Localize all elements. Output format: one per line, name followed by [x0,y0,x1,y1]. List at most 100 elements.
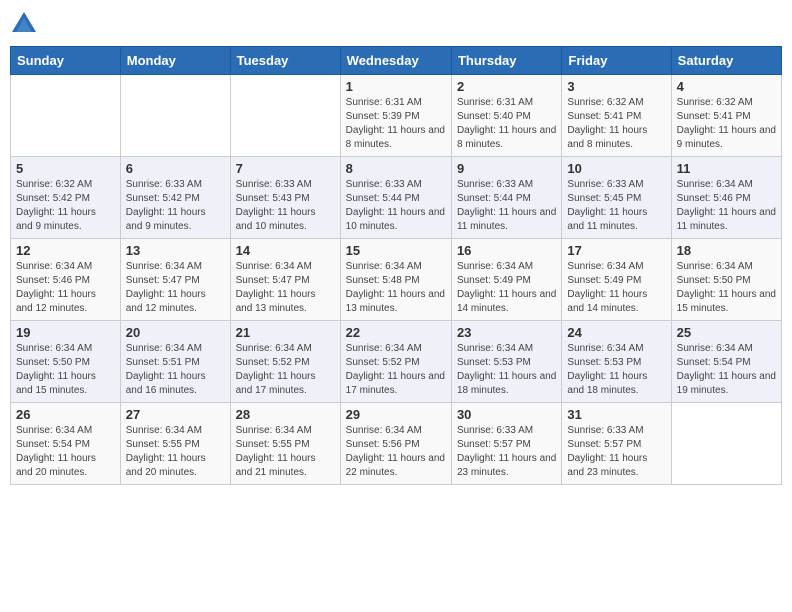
day-number: 9 [457,161,556,176]
day-number: 13 [126,243,225,258]
day-number: 3 [567,79,665,94]
calendar-week-row: 12 Sunrise: 6:34 AMSunset: 5:46 PMDayligh… [11,239,782,321]
day-number: 23 [457,325,556,340]
day-info: Sunrise: 6:33 AMSunset: 5:57 PMDaylight:… [567,424,665,480]
calendar-day-cell: 28 Sunrise: 6:34 AMSunset: 5:55 PMDayligh… [230,403,340,485]
day-info: Sunrise: 6:34 AMSunset: 5:49 PMDaylight:… [567,260,665,316]
day-info: Sunrise: 6:34 AMSunset: 5:49 PMDaylight:… [457,260,556,316]
day-info: Sunrise: 6:32 AMSunset: 5:41 PMDaylight:… [677,96,776,152]
day-info: Sunrise: 6:32 AMSunset: 5:41 PMDaylight:… [567,96,665,152]
calendar-day-cell: 16 Sunrise: 6:34 AMSunset: 5:49 PMDayligh… [451,239,561,321]
day-info: Sunrise: 6:34 AMSunset: 5:55 PMDaylight:… [236,424,335,480]
day-number: 4 [677,79,776,94]
calendar-day-cell: 14 Sunrise: 6:34 AMSunset: 5:47 PMDayligh… [230,239,340,321]
day-info: Sunrise: 6:33 AMSunset: 5:44 PMDaylight:… [457,178,556,234]
day-info: Sunrise: 6:34 AMSunset: 5:50 PMDaylight:… [16,342,115,398]
calendar-day-cell [120,75,230,157]
logo [10,10,42,38]
calendar-day-cell: 31 Sunrise: 6:33 AMSunset: 5:57 PMDayligh… [562,403,671,485]
calendar-day-cell: 8 Sunrise: 6:33 AMSunset: 5:44 PMDaylight… [340,157,451,239]
calendar-day-cell: 10 Sunrise: 6:33 AMSunset: 5:45 PMDayligh… [562,157,671,239]
day-number: 6 [126,161,225,176]
weekday-header: Tuesday [230,47,340,75]
day-info: Sunrise: 6:34 AMSunset: 5:54 PMDaylight:… [16,424,115,480]
calendar-day-cell: 19 Sunrise: 6:34 AMSunset: 5:50 PMDayligh… [11,321,121,403]
calendar-day-cell: 27 Sunrise: 6:34 AMSunset: 5:55 PMDayligh… [120,403,230,485]
calendar-day-cell: 24 Sunrise: 6:34 AMSunset: 5:53 PMDayligh… [562,321,671,403]
day-number: 20 [126,325,225,340]
day-info: Sunrise: 6:34 AMSunset: 5:51 PMDaylight:… [126,342,225,398]
weekday-header-row: SundayMondayTuesdayWednesdayThursdayFrid… [11,47,782,75]
calendar-day-cell: 3 Sunrise: 6:32 AMSunset: 5:41 PMDaylight… [562,75,671,157]
day-number: 25 [677,325,776,340]
day-info: Sunrise: 6:34 AMSunset: 5:53 PMDaylight:… [567,342,665,398]
day-number: 8 [346,161,446,176]
page-header [10,10,782,38]
calendar-day-cell: 20 Sunrise: 6:34 AMSunset: 5:51 PMDayligh… [120,321,230,403]
day-info: Sunrise: 6:34 AMSunset: 5:50 PMDaylight:… [677,260,776,316]
day-info: Sunrise: 6:34 AMSunset: 5:53 PMDaylight:… [457,342,556,398]
weekday-header: Sunday [11,47,121,75]
weekday-header: Thursday [451,47,561,75]
calendar-day-cell [11,75,121,157]
calendar: SundayMondayTuesdayWednesdayThursdayFrid… [10,46,782,485]
calendar-day-cell: 30Sunrise: 6:33 AMSunset: 5:57 PMDayligh… [451,403,561,485]
day-info: Sunrise: 6:34 AMSunset: 5:46 PMDaylight:… [16,260,115,316]
day-number: 5 [16,161,115,176]
day-number: 31 [567,407,665,422]
day-info: Sunrise: 6:32 AMSunset: 5:42 PMDaylight:… [16,178,115,234]
calendar-day-cell: 26 Sunrise: 6:34 AMSunset: 5:54 PMDayligh… [11,403,121,485]
day-info: Sunrise: 6:34 AMSunset: 5:52 PMDaylight:… [236,342,335,398]
day-number: 28 [236,407,335,422]
calendar-day-cell [671,403,781,485]
weekday-header: Saturday [671,47,781,75]
calendar-week-row: 26 Sunrise: 6:34 AMSunset: 5:54 PMDayligh… [11,403,782,485]
day-info: Sunrise: 6:33 AMSunset: 5:57 PMDaylight:… [457,424,556,480]
day-info: Sunrise: 6:31 AMSunset: 5:40 PMDaylight:… [457,96,556,152]
calendar-day-cell: 13Sunrise: 6:34 AMSunset: 5:47 PMDayligh… [120,239,230,321]
calendar-day-cell: 2 Sunrise: 6:31 AMSunset: 5:40 PMDaylight… [451,75,561,157]
day-number: 27 [126,407,225,422]
day-number: 21 [236,325,335,340]
calendar-day-cell: 5 Sunrise: 6:32 AMSunset: 5:42 PMDaylight… [11,157,121,239]
day-info: Sunrise: 6:34 AMSunset: 5:46 PMDaylight:… [677,178,776,234]
calendar-day-cell: 11 Sunrise: 6:34 AMSunset: 5:46 PMDayligh… [671,157,781,239]
weekday-header: Wednesday [340,47,451,75]
calendar-week-row: 5 Sunrise: 6:32 AMSunset: 5:42 PMDaylight… [11,157,782,239]
day-info: Sunrise: 6:34 AMSunset: 5:47 PMDaylight:… [236,260,335,316]
day-number: 18 [677,243,776,258]
calendar-day-cell: 25 Sunrise: 6:34 AMSunset: 5:54 PMDayligh… [671,321,781,403]
calendar-day-cell: 29Sunrise: 6:34 AMSunset: 5:56 PMDayligh… [340,403,451,485]
day-info: Sunrise: 6:31 AMSunset: 5:39 PMDaylight:… [346,96,446,152]
day-number: 10 [567,161,665,176]
day-number: 2 [457,79,556,94]
day-number: 19 [16,325,115,340]
day-number: 17 [567,243,665,258]
calendar-day-cell: 15Sunrise: 6:34 AMSunset: 5:48 PMDayligh… [340,239,451,321]
day-info: Sunrise: 6:33 AMSunset: 5:45 PMDaylight:… [567,178,665,234]
day-info: Sunrise: 6:34 AMSunset: 5:54 PMDaylight:… [677,342,776,398]
calendar-day-cell: 23 Sunrise: 6:34 AMSunset: 5:53 PMDayligh… [451,321,561,403]
calendar-week-row: 1Sunrise: 6:31 AMSunset: 5:39 PMDaylight… [11,75,782,157]
day-number: 29 [346,407,446,422]
day-info: Sunrise: 6:34 AMSunset: 5:52 PMDaylight:… [346,342,446,398]
calendar-day-cell: 7 Sunrise: 6:33 AMSunset: 5:43 PMDaylight… [230,157,340,239]
calendar-day-cell: 4 Sunrise: 6:32 AMSunset: 5:41 PMDaylight… [671,75,781,157]
day-info: Sunrise: 6:33 AMSunset: 5:44 PMDaylight:… [346,178,446,234]
day-number: 14 [236,243,335,258]
day-number: 22 [346,325,446,340]
day-number: 16 [457,243,556,258]
logo-icon [10,10,38,38]
day-info: Sunrise: 6:34 AMSunset: 5:55 PMDaylight:… [126,424,225,480]
day-number: 24 [567,325,665,340]
calendar-day-cell: 9 Sunrise: 6:33 AMSunset: 5:44 PMDaylight… [451,157,561,239]
day-number: 12 [16,243,115,258]
day-number: 11 [677,161,776,176]
day-info: Sunrise: 6:33 AMSunset: 5:43 PMDaylight:… [236,178,335,234]
weekday-header: Friday [562,47,671,75]
calendar-day-cell: 21 Sunrise: 6:34 AMSunset: 5:52 PMDayligh… [230,321,340,403]
day-number: 7 [236,161,335,176]
calendar-day-cell: 18 Sunrise: 6:34 AMSunset: 5:50 PMDayligh… [671,239,781,321]
day-number: 26 [16,407,115,422]
calendar-day-cell: 1Sunrise: 6:31 AMSunset: 5:39 PMDaylight… [340,75,451,157]
